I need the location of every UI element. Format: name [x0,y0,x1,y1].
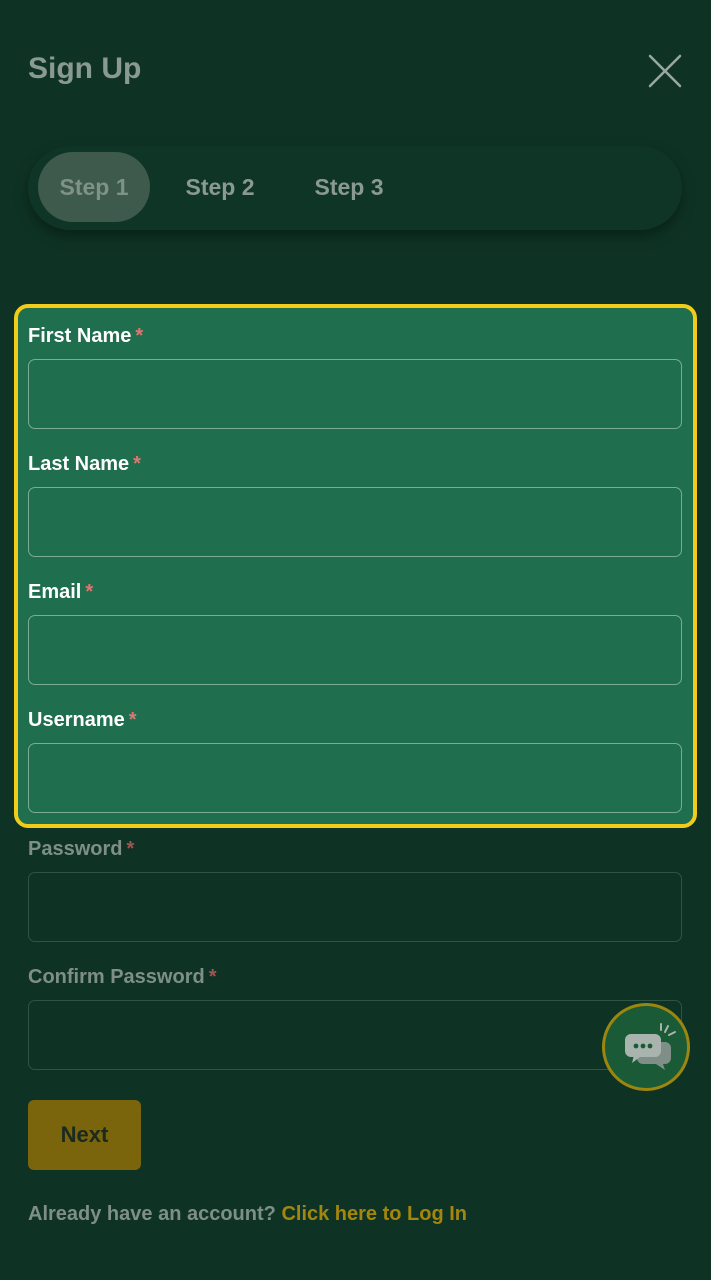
email-field[interactable] [28,615,682,685]
close-button[interactable] [646,52,684,90]
required-star: * [128,709,137,731]
username-label: Username * [28,709,137,731]
login-prompt-text: Already have an account? [28,1203,276,1225]
sign-up-page: Sign Up Step 1 Step 2 Step 3 First Name *… [0,0,711,1280]
login-prompt: Already have an account? Click here to L… [28,1203,467,1226]
last-name-label: Last Name * [28,453,141,475]
password-label: Password * [28,838,135,860]
password-field[interactable] [28,872,682,942]
tab-step-1[interactable]: Step 1 [38,152,150,222]
last-name-field[interactable] [28,487,682,557]
required-star: * [208,966,217,988]
chat-bubbles-icon [625,1023,676,1070]
step-tabs: Step 1 Step 2 Step 3 [28,146,682,230]
tab-step-2[interactable]: Step 2 [176,152,264,222]
first-name-label: First Name * [28,325,144,347]
username-field[interactable] [28,743,682,813]
chat-button[interactable] [602,1003,690,1091]
required-star: * [126,838,135,860]
confirm-password-field[interactable] [28,1000,682,1070]
confirm-password-label: Confirm Password * [28,966,217,988]
required-star: * [133,453,141,475]
close-icon [648,54,682,88]
page-title: Sign Up [28,52,142,85]
login-link[interactable]: Click here to Log In [281,1203,467,1225]
tab-step-3[interactable]: Step 3 [304,152,394,222]
required-star: * [135,325,144,347]
first-name-field[interactable] [28,359,682,429]
required-star: * [85,581,94,603]
next-button[interactable]: Next [28,1100,141,1170]
email-label: Email * [28,581,94,603]
